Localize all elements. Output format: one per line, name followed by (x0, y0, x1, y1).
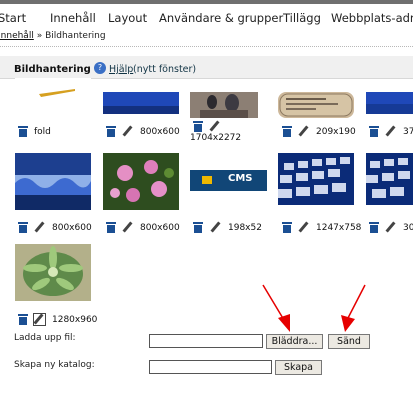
edit-icon[interactable] (122, 126, 132, 136)
menu-item-addons[interactable]: Tillägg (283, 11, 321, 25)
edit-icon[interactable] (122, 222, 132, 232)
image-label: 209x190 (316, 127, 356, 137)
image-label: 800x600 (140, 127, 180, 137)
breadcrumb-separator: » (36, 31, 43, 41)
image-thumbnail[interactable] (278, 153, 354, 205)
image-label: 30 (403, 223, 413, 233)
edit-icon[interactable] (298, 222, 308, 232)
divider (0, 46, 413, 47)
image-thumbnail[interactable] (103, 92, 179, 114)
upload-label: Ladda upp fil: (14, 333, 76, 343)
image-thumbnail[interactable] (366, 92, 413, 114)
edit-icon[interactable] (34, 222, 44, 232)
help-link[interactable]: Hjälp (109, 64, 133, 75)
image-thumbnail[interactable] (15, 244, 91, 301)
image-label: 800x600 (140, 223, 180, 233)
delete-icon[interactable] (369, 126, 379, 137)
delete-icon[interactable] (369, 222, 379, 233)
edit-icon[interactable] (209, 121, 219, 131)
help-icon[interactable]: ? (94, 62, 106, 74)
new-directory-input[interactable] (149, 360, 272, 374)
image-label: 37 (403, 127, 413, 137)
image-thumbnail[interactable] (190, 92, 258, 118)
page-title: Bildhantering (14, 64, 91, 75)
menu-item-users-groups[interactable]: Användare & grupper (159, 11, 283, 25)
create-directory-button[interactable]: Skapa (275, 360, 322, 375)
edit-icon[interactable] (33, 313, 46, 326)
edit-icon[interactable] (385, 222, 395, 232)
image-thumbnail[interactable] (15, 153, 91, 210)
new-directory-label: Skapa ny katalog: (14, 360, 95, 370)
annotation-arrows (262, 284, 366, 332)
delete-icon[interactable] (193, 121, 203, 132)
delete-icon[interactable] (106, 222, 116, 233)
breadcrumb-content-link[interactable]: Innehåll (0, 31, 34, 41)
menu-item-content[interactable]: Innehåll (50, 11, 96, 25)
menu-item-site-admin[interactable]: Webbplats-adm (331, 11, 413, 25)
image-thumbnail[interactable] (103, 153, 179, 210)
delete-icon[interactable] (18, 222, 28, 233)
menu-item-layout[interactable]: Layout (108, 11, 147, 25)
breadcrumb-current: Bildhantering (45, 31, 106, 41)
delete-icon[interactable] (282, 222, 292, 233)
upload-file-input[interactable] (149, 334, 263, 348)
delete-icon[interactable] (193, 222, 203, 233)
image-label: 800x600 (52, 223, 92, 233)
image-label: 1704x2272 (190, 133, 242, 143)
image-thumbnail[interactable] (366, 153, 413, 205)
image-thumbnail[interactable] (15, 78, 91, 103)
browse-button[interactable]: Bläddra... (266, 334, 323, 349)
delete-icon[interactable] (18, 126, 28, 137)
edit-icon[interactable] (385, 126, 395, 136)
breadcrumb: Innehåll » Bildhantering (0, 31, 106, 41)
help-note: (nytt fönster) (133, 64, 197, 75)
image-label: 1280x960 (52, 315, 98, 325)
image-thumbnail[interactable] (278, 92, 354, 118)
top-border (0, 0, 413, 4)
image-thumbnail[interactable]: CMS (190, 170, 267, 191)
edit-icon[interactable] (210, 222, 220, 232)
delete-icon[interactable] (106, 126, 116, 137)
section-header: Bildhantering ? Hjälp (nytt fönster) (0, 56, 413, 79)
image-label: fold (34, 127, 51, 137)
image-label: 198x52 (228, 223, 262, 233)
image-label: 1247x758 (316, 223, 362, 233)
delete-icon[interactable] (282, 126, 292, 137)
delete-icon[interactable] (18, 314, 28, 325)
main-menu: Start Innehåll Layout Användare & gruppe… (0, 11, 413, 27)
cms-logo-text: CMS (228, 173, 253, 184)
menu-item-start[interactable]: Start (0, 11, 26, 25)
edit-icon[interactable] (298, 126, 308, 136)
send-button[interactable]: Sänd (328, 334, 370, 349)
